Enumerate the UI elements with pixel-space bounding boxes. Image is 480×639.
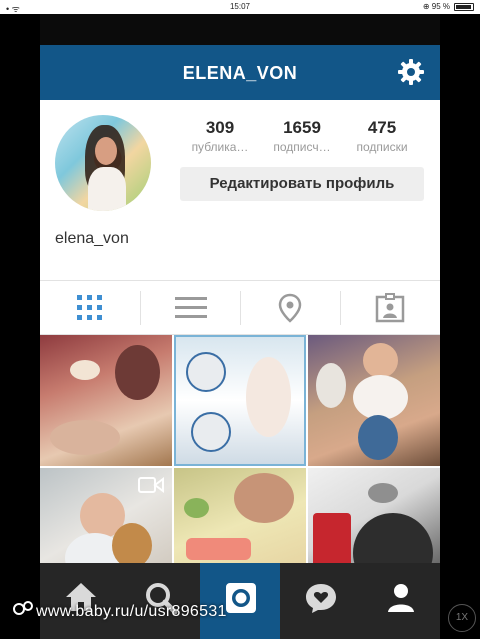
profile-stats: 309 публика… 1659 подписч… 475 подписки [180,118,430,158]
stat-following-label: подписки [356,140,408,154]
tab-location[interactable] [240,281,340,335]
tab-tagged[interactable] [340,281,440,335]
photo-grid [40,335,440,599]
stat-followers[interactable]: 1659 подписч… [262,118,342,154]
stat-followers-value: 1659 [283,118,321,137]
profile-username: elena_von [55,230,129,247]
system-status-bar: • ᯤ 15:07 ⊕ 95 % [0,0,480,14]
top-black-band [40,14,440,45]
nav-profile[interactable] [360,563,440,639]
stat-followers-label: подписч… [273,140,331,154]
video-icon [138,477,164,493]
gear-icon[interactable] [397,58,425,86]
grid-icon [77,295,102,320]
profile-title: ELENA_VON [182,63,298,83]
watermark-text: www.baby.ru/u/usr896531 [12,600,227,621]
stat-posts[interactable]: 309 публика… [180,118,260,154]
watermark-url: www.baby.ru/u/usr896531 [36,603,227,620]
tab-list[interactable] [140,281,240,335]
avatar-dress [88,167,126,211]
activity-icon [306,584,336,613]
battery-percent: ⊕ 95 % [422,2,450,11]
edit-profile-button[interactable]: Редактировать профиль [180,167,424,201]
tab-grid[interactable] [40,281,140,335]
stat-posts-label: публика… [191,140,249,154]
status-time: 15:07 [229,2,251,11]
profile-icon [388,584,414,612]
photo-thumbnail[interactable] [40,335,172,466]
app-header: ELENA_VON [40,45,440,100]
stat-following[interactable]: 475 подписки [342,118,422,154]
list-icon [175,297,207,318]
zoom-badge[interactable]: 1X [448,604,476,632]
photo-thumbnail[interactable] [308,335,440,466]
camera-icon [226,583,256,613]
battery-icon [454,3,474,11]
profile-section: 309 публика… 1659 подписч… 475 подписки … [40,100,440,280]
photo-thumbnail[interactable] [174,335,306,466]
location-pin-icon [278,293,302,323]
stat-posts-value: 309 [205,118,235,137]
app-frame: ELENA_VON 309 публика… 1659 подписч… 475… [40,14,440,639]
watermark-logo-icon [12,600,36,621]
avatar-face [95,137,117,165]
nav-activity[interactable] [280,563,360,639]
tagged-photos-icon [375,293,405,323]
stat-following-value: 475 [367,118,397,137]
avatar[interactable] [55,115,151,211]
profile-view-tabs [40,280,440,335]
